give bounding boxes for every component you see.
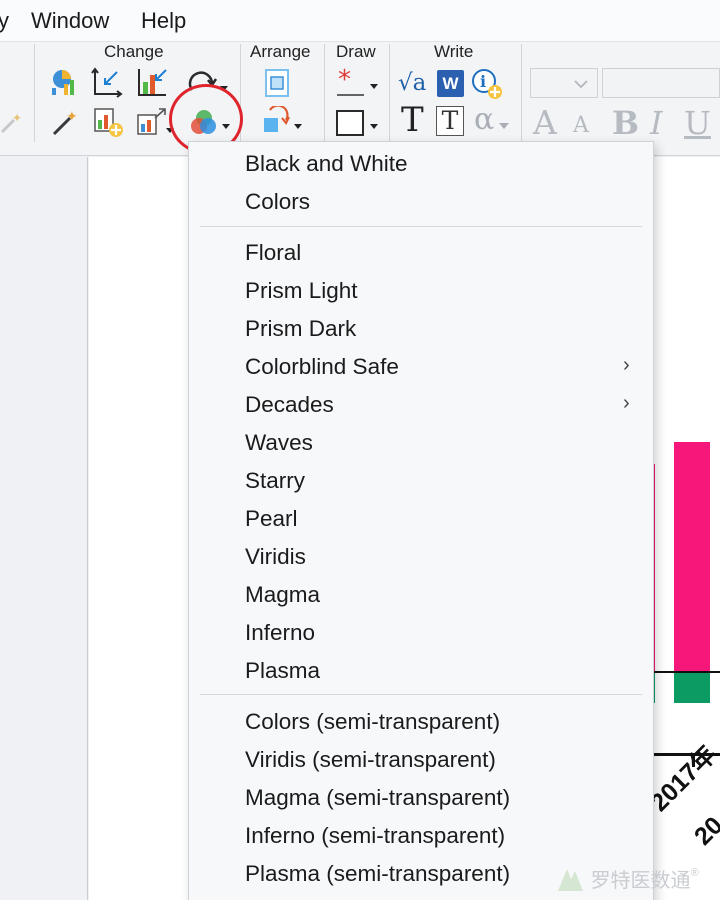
submenu-chevron-icon: › xyxy=(623,354,630,376)
sqrt-icon[interactable]: √a xyxy=(398,70,426,96)
rectangle-icon[interactable] xyxy=(334,106,382,140)
alpha-icon[interactable]: α xyxy=(474,102,494,137)
info-add-icon[interactable]: i xyxy=(470,67,504,101)
bar-green xyxy=(674,672,710,703)
chart-icon[interactable] xyxy=(48,66,80,98)
magic-wand-icon[interactable]: ✦ xyxy=(50,107,80,137)
svg-text:✦: ✦ xyxy=(66,109,78,125)
submenu-chevron-icon: › xyxy=(623,392,630,414)
menu-item-colors[interactable]: Colors xyxy=(245,187,310,217)
asterisk-icon[interactable]: * xyxy=(334,66,382,100)
menu-item-inferno-semi-transparent[interactable]: Inferno (semi-transparent) xyxy=(245,821,505,851)
menu-item-prism-light[interactable]: Prism Light xyxy=(245,276,358,306)
toolbar-separator xyxy=(389,44,390,142)
rotate-shape-icon[interactable] xyxy=(260,106,306,140)
watermark-logo-icon xyxy=(558,868,583,891)
registered-mark: ® xyxy=(690,867,699,880)
menu-help[interactable]: Help xyxy=(141,8,186,34)
navigator-pane xyxy=(0,157,88,900)
axes-icon[interactable] xyxy=(90,66,124,98)
menu-item-inferno[interactable]: Inferno xyxy=(245,618,315,648)
svg-text:i: i xyxy=(480,72,486,91)
menu-item-magma-semi-transparent[interactable]: Magma (semi-transparent) xyxy=(245,783,510,813)
menu-window[interactable]: Window xyxy=(31,8,109,34)
toolbar-separator xyxy=(521,44,522,142)
arrange-icon[interactable] xyxy=(262,68,292,100)
toolbar-separator xyxy=(34,44,35,142)
x-tick-label-next: 20 xyxy=(689,811,720,851)
word-icon[interactable]: W xyxy=(437,70,464,97)
menu-item-black-and-white[interactable]: Black and White xyxy=(245,149,408,179)
baseline xyxy=(649,671,720,673)
word-icon-letter: W xyxy=(442,74,459,93)
menu-item-magma[interactable]: Magma xyxy=(245,580,320,610)
menu-item-viridis[interactable]: Viridis xyxy=(245,542,306,572)
text-box-letter: T xyxy=(441,106,459,135)
menu-item-pearl[interactable]: Pearl xyxy=(245,504,298,534)
menu-item-floral[interactable]: Floral xyxy=(245,238,301,268)
toolbar-separator xyxy=(324,44,325,142)
underline-icon[interactable]: U xyxy=(684,104,711,142)
toolbar: Change Arrange Draw Write ✦ ✦ * √a W i T… xyxy=(0,42,720,156)
menu-separator xyxy=(200,226,642,227)
watermark-text: 罗特医数通 xyxy=(590,870,691,892)
group-label-write: Write xyxy=(434,42,474,61)
menu-item-colorblind-safe[interactable]: Colorblind Safe xyxy=(245,352,399,382)
svg-text:✦: ✦ xyxy=(12,111,22,125)
alpha-dropdown-icon[interactable] xyxy=(498,122,510,130)
menu-item-prism-dark[interactable]: Prism Dark xyxy=(245,314,356,344)
font-name-select[interactable] xyxy=(602,68,720,98)
add-data-icon[interactable] xyxy=(92,106,124,138)
text-box-icon[interactable]: T xyxy=(436,106,464,136)
font-size-select[interactable] xyxy=(530,68,598,98)
menu-item-plasma-semi-transparent[interactable]: Plasma (semi-transparent) xyxy=(245,859,510,889)
menu-separator xyxy=(200,694,642,695)
menubar: y Window Help xyxy=(0,0,720,42)
menu-item-starry[interactable]: Starry xyxy=(245,466,305,496)
group-label-change: Change xyxy=(104,42,164,61)
bar-pink xyxy=(674,442,710,672)
menu-item-colors-semi-transparent[interactable]: Colors (semi-transparent) xyxy=(245,707,500,737)
group-label-arrange: Arrange xyxy=(250,42,311,61)
svg-text:*: * xyxy=(338,66,351,95)
menu-item-viridis-semi-transparent[interactable]: Viridis (semi-transparent) xyxy=(245,745,496,775)
group-label-draw: Draw xyxy=(336,42,376,61)
menu-item-plasma[interactable]: Plasma xyxy=(245,656,320,686)
text-icon[interactable]: T xyxy=(401,100,424,140)
chevron-down-icon xyxy=(574,80,588,89)
menu-item-waves[interactable]: Waves xyxy=(245,428,313,458)
menu-view-fragment[interactable]: y xyxy=(0,8,9,34)
menu-item-decades[interactable]: Decades xyxy=(245,390,334,420)
font-larger-icon[interactable]: A xyxy=(533,103,557,142)
watermark: 罗特医数通® xyxy=(555,864,699,893)
font-smaller-icon[interactable]: A xyxy=(573,113,589,138)
bar-chart-icon[interactable] xyxy=(136,66,170,98)
color-scheme-menu: Black and White Colors Floral Prism Ligh… xyxy=(188,141,654,900)
bold-icon[interactable]: B xyxy=(612,104,639,142)
magic-wand-faded-icon[interactable]: ✦ xyxy=(0,110,22,136)
italic-icon[interactable]: I xyxy=(650,104,663,142)
